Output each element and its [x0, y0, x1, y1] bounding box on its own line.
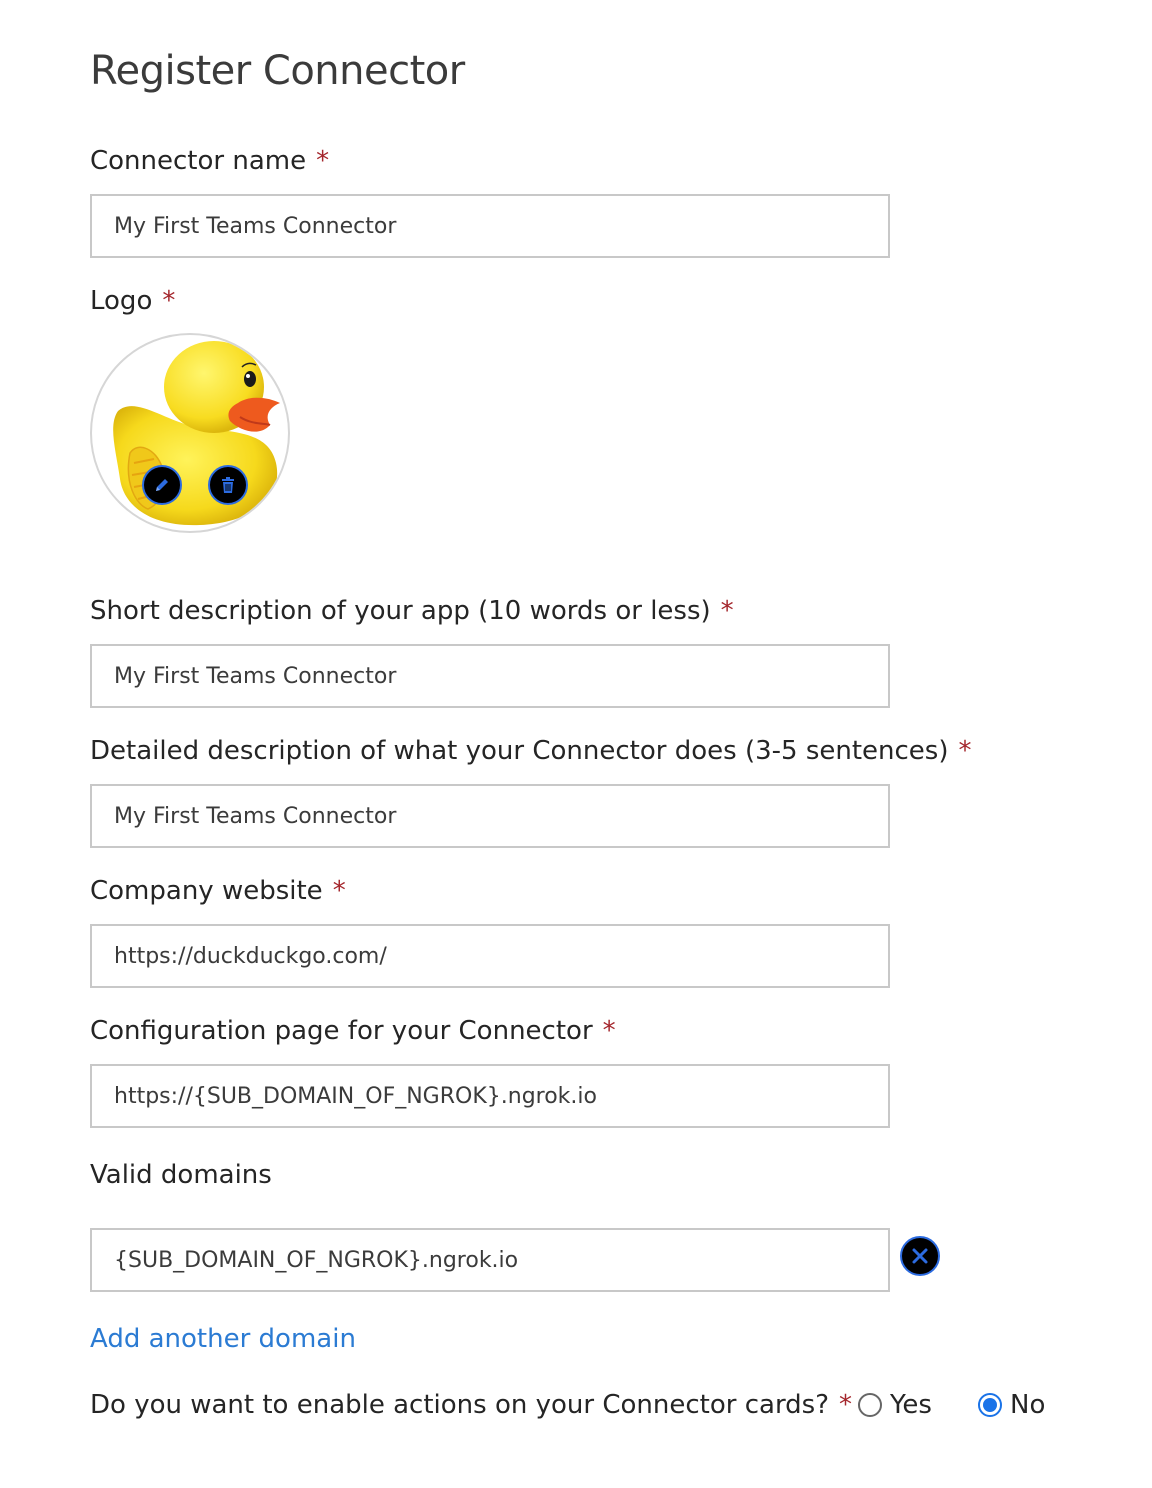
required-marker: *	[839, 1390, 853, 1420]
required-marker: *	[162, 286, 176, 316]
radio-option-yes[interactable]: Yes	[858, 1390, 932, 1420]
logo-preview	[90, 333, 290, 533]
required-marker: *	[332, 876, 346, 906]
radio-yes-label: Yes	[890, 1390, 932, 1420]
required-marker: *	[602, 1016, 616, 1046]
pencil-icon	[156, 479, 168, 491]
delete-logo-button[interactable]	[208, 465, 248, 505]
company-website-input[interactable]: https://duckduckgo.com/	[90, 924, 890, 988]
radio-no-label: No	[1010, 1390, 1046, 1420]
connector-name-label: Connector name *	[90, 146, 329, 176]
company-website-label-text: Company website	[90, 876, 323, 906]
required-marker: *	[316, 146, 330, 176]
configuration-page-label-text: Configuration page for your Connector	[90, 1016, 593, 1046]
detailed-description-label-text: Detailed description of what your Connec…	[90, 736, 949, 766]
valid-domains-label: Valid domains	[90, 1160, 272, 1190]
short-description-input[interactable]: My First Teams Connector	[90, 644, 890, 708]
radio-option-no[interactable]: No	[978, 1390, 1045, 1420]
logo-label-text: Logo	[90, 286, 153, 316]
trash-icon	[222, 477, 234, 493]
detailed-description-input[interactable]: My First Teams Connector	[90, 784, 890, 848]
remove-domain-button[interactable]	[900, 1236, 940, 1276]
valid-domain-input[interactable]: {SUB_DOMAIN_OF_NGROK}.ngrok.io	[90, 1228, 890, 1292]
edit-logo-button[interactable]	[142, 465, 182, 505]
company-website-label: Company website *	[90, 876, 346, 906]
radio-yes[interactable]	[858, 1393, 882, 1417]
connector-name-label-text: Connector name	[90, 146, 307, 176]
detailed-description-label: Detailed description of what your Connec…	[90, 736, 972, 766]
short-description-label: Short description of your app (10 words …	[90, 596, 734, 626]
required-marker: *	[720, 596, 734, 626]
configuration-page-label: Configuration page for your Connector *	[90, 1016, 616, 1046]
actions-question-label-text: Do you want to enable actions on your Co…	[90, 1390, 830, 1420]
actions-question-label: Do you want to enable actions on your Co…	[90, 1390, 852, 1420]
add-another-domain-link[interactable]: Add another domain	[90, 1324, 356, 1354]
configuration-page-input[interactable]: https://{SUB_DOMAIN_OF_NGROK}.ngrok.io	[90, 1064, 890, 1128]
close-icon	[912, 1248, 928, 1264]
required-marker: *	[958, 736, 972, 766]
connector-name-input[interactable]: My First Teams Connector	[90, 194, 890, 258]
short-description-label-text: Short description of your app (10 words …	[90, 596, 711, 626]
page-title: Register Connector	[90, 48, 465, 94]
radio-no[interactable]	[978, 1393, 1002, 1417]
duck-logo-image	[113, 341, 280, 526]
logo-label: Logo *	[90, 286, 175, 316]
